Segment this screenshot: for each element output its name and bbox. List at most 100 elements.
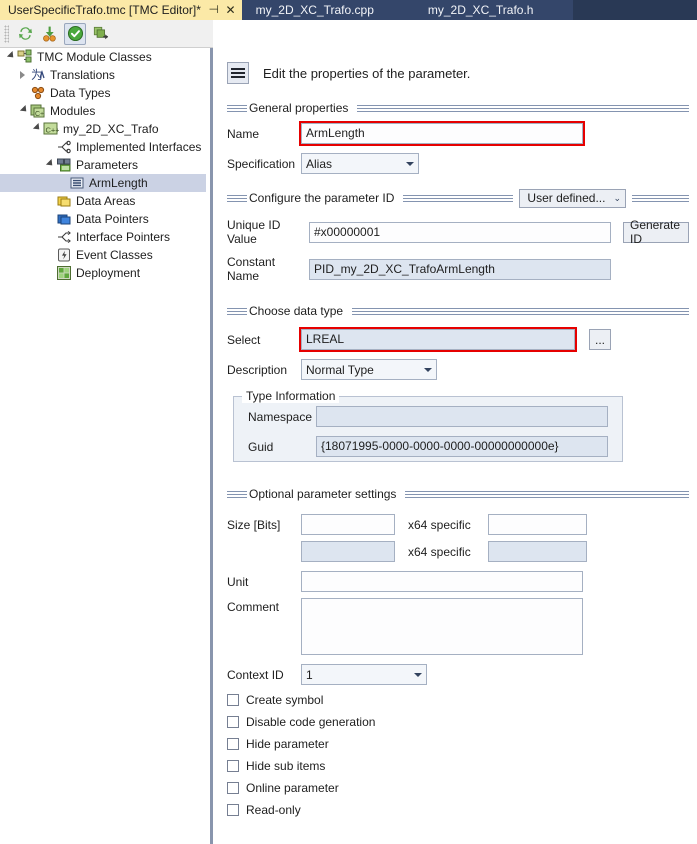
tree-twisty-placeholder — [58, 174, 69, 192]
context-id-value: 1 — [306, 667, 313, 682]
tree-item-label: ArmLength — [89, 176, 148, 190]
checkbox-create-symbol[interactable] — [227, 694, 239, 706]
tab-label: my_2D_XC_Trafo.h — [427, 3, 534, 17]
data-type-header: Choose data type — [215, 305, 697, 317]
chevron-down-icon — [401, 154, 418, 173]
tree-item-parameters[interactable]: Parameters — [0, 156, 206, 174]
parameter-id-mode-select[interactable]: User defined... ⌄ — [519, 188, 626, 208]
toolbar-grip[interactable] — [4, 24, 9, 43]
tab-label: UserSpecificTrafo.tmc [TMC Editor]* — [8, 3, 201, 17]
checkbox-row-create-symbol[interactable]: Create symbol — [227, 693, 697, 707]
guid-label: Guid — [248, 439, 274, 454]
chevron-down-icon[interactable] — [6, 48, 17, 66]
panel-splitter[interactable] — [206, 48, 215, 844]
tree-item-event-classes[interactable]: Event Classes — [0, 246, 206, 264]
parameter-list-icon — [227, 62, 249, 84]
tree-item-data-areas[interactable]: Data Areas — [0, 192, 206, 210]
group-title: Configure the parameter ID — [249, 191, 395, 205]
unique-id-input[interactable]: #x00000001 — [309, 221, 611, 243]
tree-item-modules[interactable]: C+ Modules — [0, 102, 206, 120]
checkbox-label-hide-parameter: Hide parameter — [246, 737, 329, 751]
tab-my-2d-xc-trafo-cpp[interactable]: my_2D_XC_Trafo.cpp — [241, 0, 388, 20]
unique-id-label: Unique ID Value — [227, 218, 281, 246]
close-icon[interactable]: ✕ — [226, 4, 236, 16]
context-id-select[interactable]: 1 — [301, 664, 427, 685]
refresh-button[interactable] — [14, 23, 36, 45]
copy-module-button[interactable] — [89, 23, 111, 45]
comment-textarea[interactable] — [301, 598, 583, 655]
data-type-input[interactable]: LREAL — [299, 327, 577, 352]
unit-label: Unit — [227, 574, 249, 589]
constant-name-row: Constant Name PID_my_2D_XC_TrafoArmLengt… — [215, 255, 697, 283]
checkbox-row-read-only[interactable]: Read-only — [227, 803, 697, 817]
parameter-id-group: Configure the parameter ID User defined.… — [215, 188, 697, 283]
checkbox-row-hide-sub-items[interactable]: Hide sub items — [227, 759, 697, 773]
specification-select[interactable]: Alias — [301, 153, 419, 174]
checkbox-disable-code-generation[interactable] — [227, 716, 239, 728]
pin-icon[interactable]: ⊣ — [208, 4, 219, 16]
x64-specific-label-1: x64 specific — [408, 517, 471, 532]
description-select[interactable]: Normal Type — [301, 359, 437, 380]
validate-button[interactable] — [64, 22, 86, 45]
general-properties-group: General properties Name ArmLength Specif… — [215, 102, 697, 174]
data-pointers-icon — [56, 211, 72, 227]
tree-item-my-2d-xc-trafo[interactable]: C++ my_2D_XC_Trafo — [0, 120, 206, 138]
chevron-down-icon[interactable] — [45, 156, 56, 174]
translations-icon: 为 — [30, 67, 46, 83]
tree-item-translations[interactable]: 为 Translations — [0, 66, 206, 84]
description-row: Description Normal Type — [215, 359, 697, 380]
tree-item-interface-pointers[interactable]: Interface Pointers — [0, 228, 206, 246]
tab-strip: UserSpecificTrafo.tmc [TMC Editor]* ⊣ ✕ … — [0, 0, 697, 20]
name-input[interactable]: ArmLength — [299, 121, 585, 146]
chevron-down-icon — [419, 360, 436, 379]
tree-item-deployment[interactable]: Deployment — [0, 264, 206, 282]
parameter-properties-panel: Edit the properties of the parameter. Ge… — [215, 48, 697, 844]
group-rule-right — [352, 307, 689, 315]
x64-specific-input-2 — [488, 541, 587, 562]
tab-tmc-editor[interactable]: UserSpecificTrafo.tmc [TMC Editor]* ⊣ ✕ — [0, 0, 242, 20]
checkbox-label-disable-code-generation: Disable code generation — [246, 715, 376, 729]
checkbox-hide-parameter[interactable] — [227, 738, 239, 750]
namespace-row: Namespace — [234, 406, 622, 427]
guid-input: {18071995-0000-0000-0000-00000000000e} — [316, 436, 608, 457]
page-title: Edit the properties of the parameter. — [263, 65, 471, 81]
tree-item-data-pointers[interactable]: Data Pointers — [0, 210, 206, 228]
group-rule-left — [227, 194, 247, 202]
chevron-down-icon — [409, 665, 426, 684]
tree-item-label: Implemented Interfaces — [76, 140, 202, 154]
checkbox-online-parameter[interactable] — [227, 782, 239, 794]
size-bits-label: Size [Bits] — [227, 517, 281, 532]
checkbox-row-online-parameter[interactable]: Online parameter — [227, 781, 697, 795]
checkbox-hide-sub-items[interactable] — [227, 760, 239, 772]
specification-value: Alias — [306, 156, 333, 171]
generate-id-button[interactable]: Generate ID — [623, 218, 689, 246]
tree-item-data-types[interactable]: Data Types — [0, 84, 206, 102]
checkbox-row-disable-code-generation[interactable]: Disable code generation — [227, 715, 697, 729]
context-id-label: Context ID — [227, 667, 284, 682]
tree-item-tmc-module-classes[interactable]: TMC Module Classes — [0, 48, 206, 66]
tab-label: my_2D_XC_Trafo.cpp — [255, 3, 374, 17]
tree-item-implemented-interfaces[interactable]: Implemented Interfaces — [0, 138, 206, 156]
group-rule-mid — [403, 194, 514, 202]
chevron-down-icon[interactable] — [32, 120, 43, 138]
tab-my-2d-xc-trafo-h[interactable]: my_2D_XC_Trafo.h — [387, 0, 574, 20]
copy-module-icon — [93, 26, 108, 40]
editor-toolbar — [0, 20, 213, 48]
size-bits-row: Size [Bits] x64 specific — [215, 514, 697, 535]
x64-specific-input-1[interactable] — [488, 514, 587, 535]
unit-input[interactable] — [301, 571, 583, 592]
svg-text:C+: C+ — [35, 111, 44, 118]
chevron-right-icon[interactable] — [19, 66, 30, 84]
tree-twisty-placeholder — [45, 138, 56, 156]
checkbox-read-only[interactable] — [227, 804, 239, 816]
chevron-down-icon[interactable] — [19, 102, 30, 120]
tree-twisty-placeholder — [45, 210, 56, 228]
browse-data-type-button[interactable]: ... — [589, 329, 611, 350]
size-bits-input[interactable] — [301, 514, 395, 535]
tree-item-armlength[interactable]: ArmLength — [0, 174, 206, 192]
tree-item-label: Event Classes — [76, 248, 153, 262]
checkbox-label-create-symbol: Create symbol — [246, 693, 324, 707]
tree-item-label: Data Areas — [76, 194, 136, 208]
checkbox-row-hide-parameter[interactable]: Hide parameter — [227, 737, 697, 751]
import-button[interactable] — [39, 23, 61, 45]
